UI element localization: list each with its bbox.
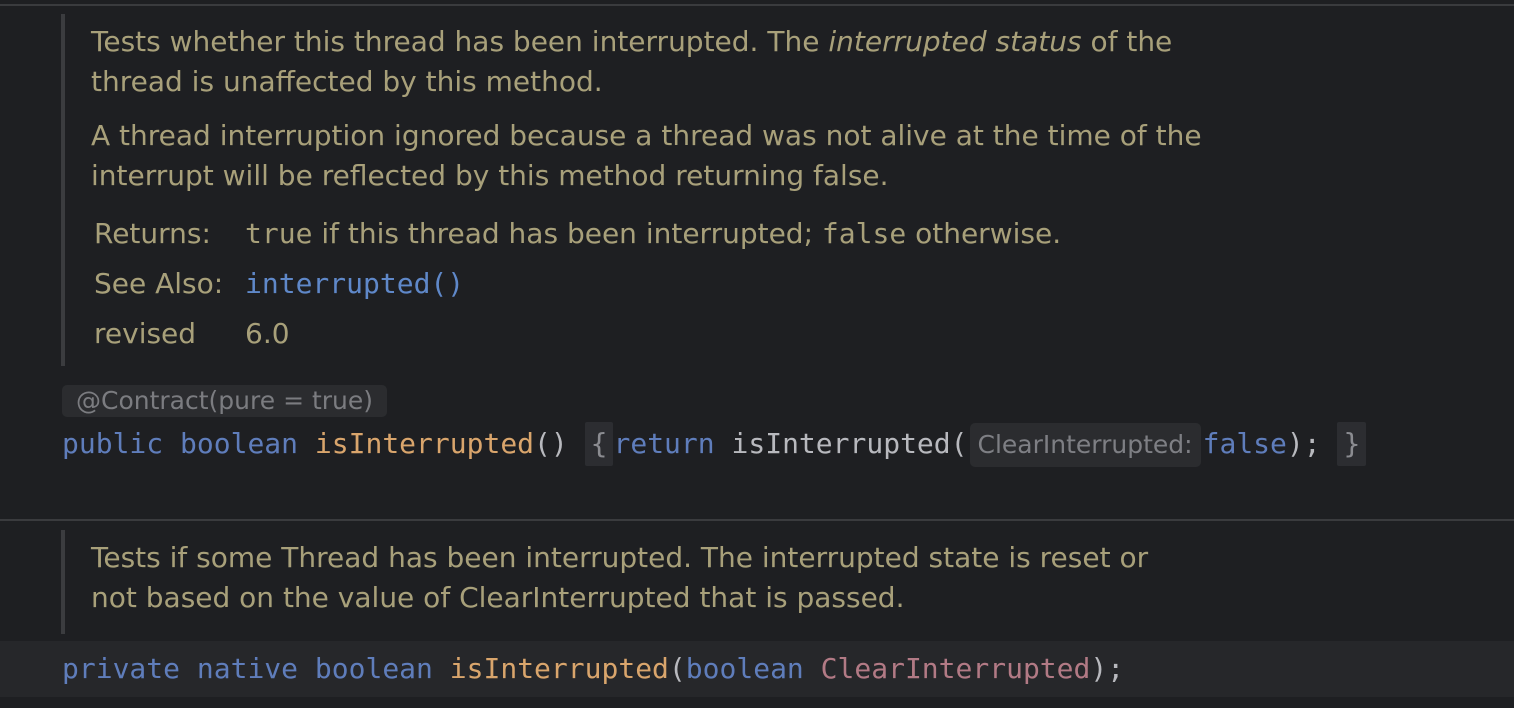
doc2-line-2: not based on the value of ClearInterrupt…: [91, 581, 905, 614]
method-name[interactable]: isInterrupted: [450, 652, 669, 685]
keyword-boolean: boolean: [314, 652, 433, 685]
keyword-boolean: boolean: [180, 427, 299, 460]
doc-text: of the: [1081, 25, 1173, 58]
method-parens: (): [534, 427, 568, 460]
parameter-hint: ClearInterrupted:: [969, 423, 1201, 467]
code-true: true: [245, 217, 313, 250]
revised-value: 6.0: [245, 317, 290, 350]
keyword-private: private: [62, 652, 181, 685]
close-paren-semicolon: );: [1090, 652, 1125, 685]
open-paren: (: [668, 652, 686, 685]
returns-text: if this thread has been interrupted;: [312, 217, 822, 250]
see-also-label: See Also:: [94, 267, 224, 300]
code-line-is-interrupted: public boolean isInterrupted() {return i…: [62, 422, 1367, 467]
doc-paragraph-1: Tests whether this thread has been inter…: [91, 22, 1172, 62]
returns-text-end: otherwise.: [906, 217, 1062, 250]
keyword-false: false: [1202, 427, 1287, 460]
param-type: boolean: [685, 652, 804, 685]
close-paren-semicolon: );: [1286, 427, 1321, 460]
keyword-native: native: [196, 652, 299, 685]
returns-label: Returns:: [94, 217, 211, 250]
keyword-return: return: [613, 427, 715, 460]
doc-comment-bar: [61, 14, 65, 366]
doc-text: Tests whether this thread has been inter…: [91, 25, 829, 58]
keyword-public: public: [62, 427, 164, 460]
method-call[interactable]: isInterrupted(: [732, 427, 968, 460]
fold-open-brace[interactable]: {: [584, 422, 614, 466]
revised-label: revised: [94, 317, 197, 350]
contract-annotation[interactable]: @Contract(pure = true): [62, 385, 388, 417]
doc-comment-bar-2: [61, 530, 65, 634]
doc2-line-1: Tests if some Thread has been interrupte…: [91, 541, 1149, 574]
fold-close-brace[interactable]: }: [1337, 422, 1367, 466]
see-also-link[interactable]: interrupted(): [245, 259, 464, 309]
method-name[interactable]: isInterrupted: [315, 427, 534, 460]
doc-paragraph-1-line-2: thread is unaffected by this method.: [91, 65, 603, 98]
code-line-native-is-interrupted: private native boolean isInterrupted(boo…: [62, 647, 1124, 691]
returns-value: true if this thread has been interrupted…: [245, 209, 1061, 259]
param-name[interactable]: ClearInterrupted: [821, 652, 1091, 685]
doc-paragraph-2-line-1: A thread interruption ignored because a …: [91, 119, 1202, 152]
code-false: false: [821, 217, 907, 250]
method-divider: [0, 519, 1514, 521]
doc-paragraph-2-line-2: interrupt will be reflected by this meth…: [91, 159, 889, 192]
doc-italic-text: interrupted status: [828, 25, 1082, 58]
top-divider: [0, 4, 1514, 6]
